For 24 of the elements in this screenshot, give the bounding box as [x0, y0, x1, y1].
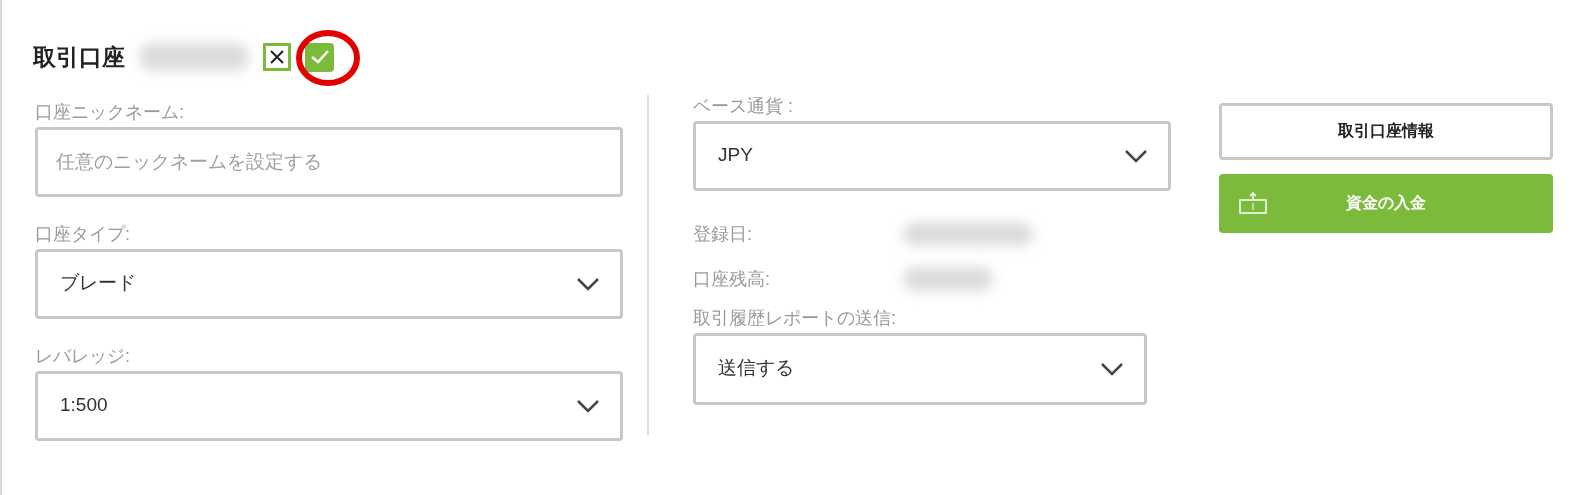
close-icon: [270, 50, 284, 65]
money-upload-icon: [1239, 192, 1267, 214]
field-label: 口座ニックネーム:: [35, 100, 185, 123]
chevron-down-icon: [576, 398, 600, 413]
chevron-down-icon: [576, 276, 600, 291]
field-label: レバレッジ:: [35, 344, 131, 367]
select-dropdown[interactable]: JPY: [693, 120, 1171, 191]
info-label: 口座残高:: [693, 267, 771, 291]
cancel-button[interactable]: [263, 43, 291, 72]
field-label: 口座タイプ:: [35, 222, 131, 245]
annotation-circle: [295, 28, 361, 87]
nickname-input[interactable]: 任意のニックネームを設定する: [35, 126, 623, 197]
info-label: 登録日:: [693, 222, 753, 246]
field-label: ベース通貨 :: [693, 94, 794, 117]
select-dropdown[interactable]: 送信する: [693, 332, 1147, 405]
page-title: 取引口座: [33, 43, 125, 72]
chevron-down-icon: [1124, 148, 1148, 163]
field-label: 取引履歴レポートの送信:: [693, 306, 897, 329]
confirm-button[interactable]: [305, 42, 334, 72]
chevron-down-icon: [1100, 361, 1124, 376]
select-dropdown[interactable]: ブレード: [35, 248, 623, 319]
account-info-button[interactable]: 取引口座情報: [1219, 102, 1553, 160]
select-dropdown[interactable]: 1:500: [35, 370, 623, 441]
check-icon: [310, 50, 329, 65]
